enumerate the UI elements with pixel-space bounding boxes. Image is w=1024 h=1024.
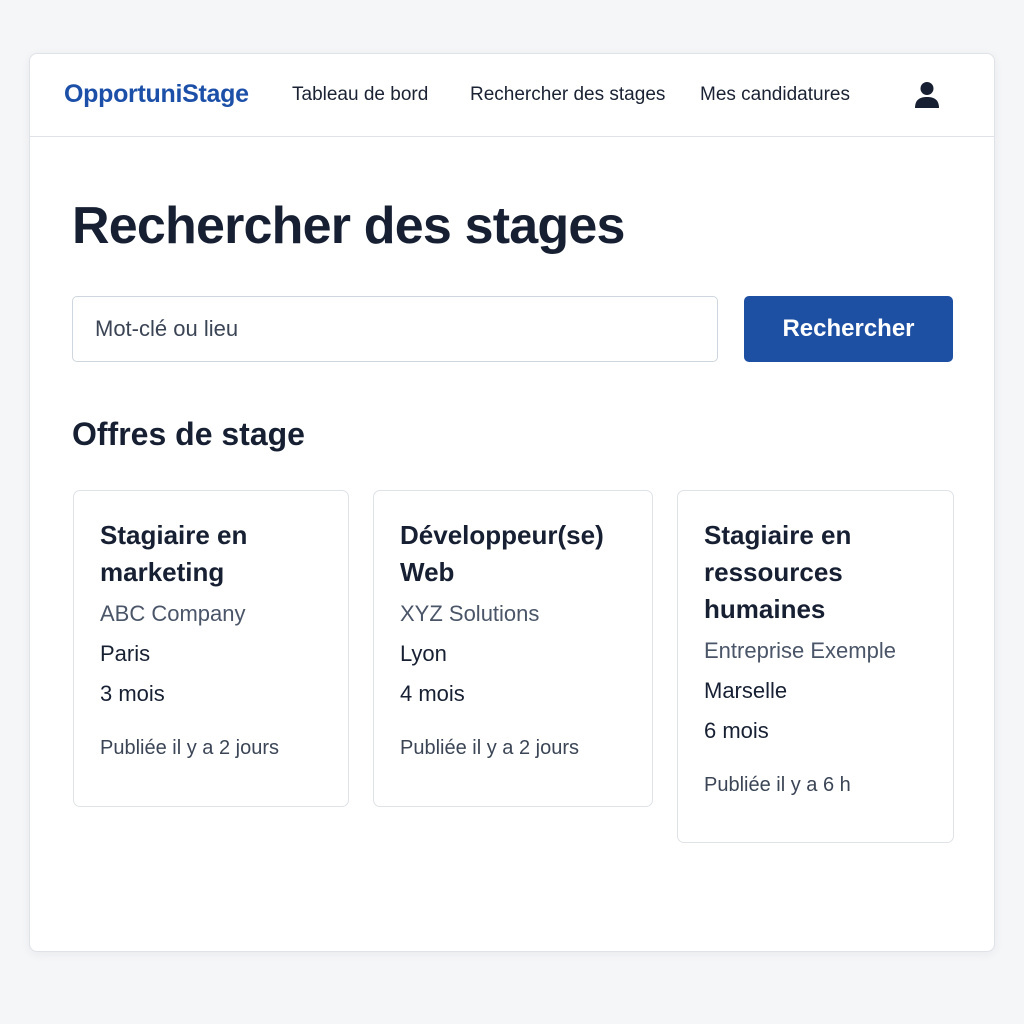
nav-item-search-internships[interactable]: Rechercher des stages	[470, 84, 665, 106]
section-title-offers: Offres de stage	[72, 416, 305, 452]
offer-posted-date: Publiée il y a 2 jours	[400, 737, 579, 759]
offer-posted-date: Publiée il y a 6 h	[704, 774, 851, 796]
internship-card[interactable]: Stagiaire en marketing ABC Company Paris…	[73, 490, 349, 807]
offer-title[interactable]: Stagiaire en ressources humaines	[704, 517, 927, 628]
app-window: OpportuniStage Tableau de bord Recherche…	[29, 53, 995, 952]
offer-location: Marselle	[704, 678, 788, 703]
offer-title[interactable]: Développeur(se) Web	[400, 517, 626, 591]
internship-card[interactable]: Développeur(se) Web XYZ Solutions Lyon 4…	[373, 490, 653, 807]
search-input[interactable]	[72, 296, 718, 362]
user-icon[interactable]	[914, 81, 940, 109]
user-icon-graphic	[915, 82, 939, 108]
offer-title[interactable]: Stagiaire en marketing	[100, 517, 322, 591]
page-title: Rechercher des stages	[72, 197, 625, 255]
internship-card[interactable]: Stagiaire en ressources humaines Entrepr…	[677, 490, 954, 843]
brand-logo[interactable]: OpportuniStage	[64, 80, 249, 109]
offer-location: Paris	[100, 641, 151, 666]
top-navbar: OpportuniStage Tableau de bord Recherche…	[30, 54, 994, 137]
nav-item-dashboard[interactable]: Tableau de bord	[292, 84, 428, 106]
offer-posted-date: Publiée il y a 2 jours	[100, 737, 279, 759]
offer-company: ABC Company	[100, 601, 246, 626]
search-button[interactable]: Rechercher	[744, 296, 953, 362]
offer-duration: 6 mois	[704, 718, 769, 743]
offer-duration: 4 mois	[400, 681, 465, 706]
offer-location: Lyon	[400, 641, 447, 666]
offer-company: XYZ Solutions	[400, 601, 540, 626]
offer-company: Entreprise Exemple	[704, 638, 896, 663]
offer-duration: 3 mois	[100, 681, 165, 706]
nav-item-my-applications[interactable]: Mes candidatures	[700, 84, 850, 106]
